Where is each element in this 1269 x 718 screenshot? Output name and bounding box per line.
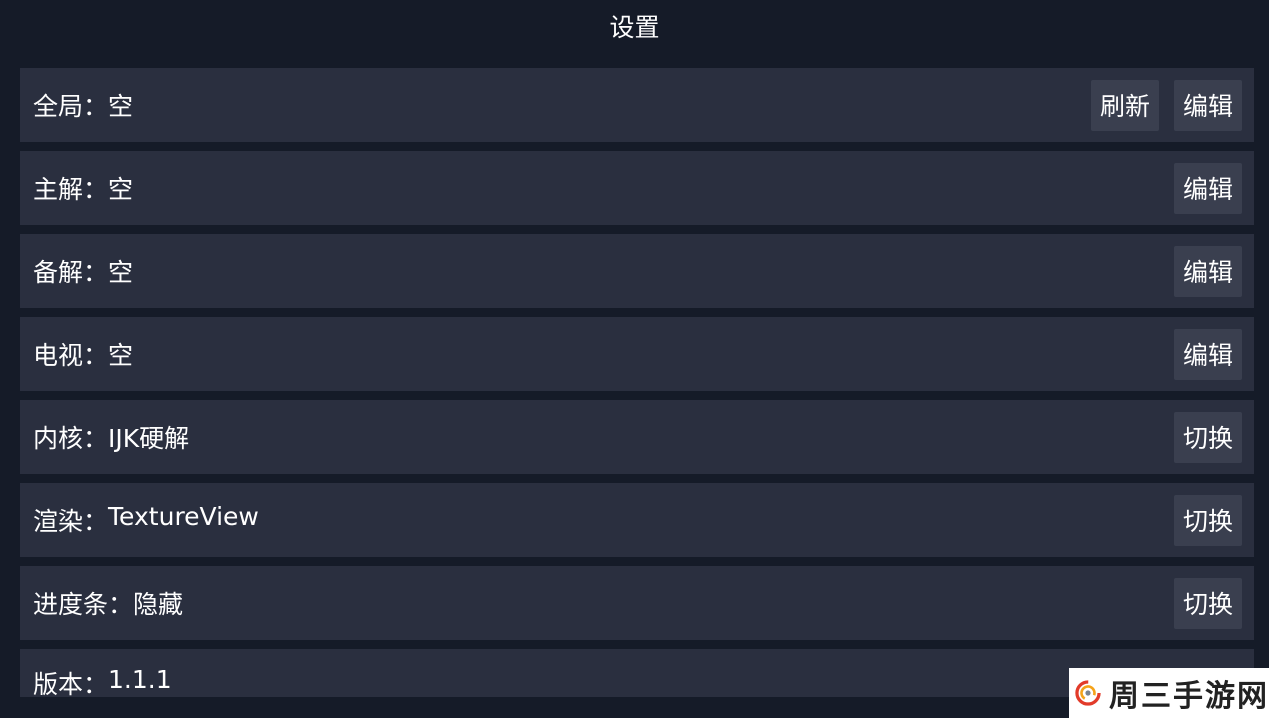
setting-value: 隐藏 (133, 590, 184, 619)
setting-separator: ： (83, 341, 109, 370)
setting-text: 进度条：隐藏 (33, 585, 1174, 621)
setting-label: 备解 (33, 258, 84, 287)
setting-row-player-core: 内核： IJK硬解 切换 (20, 400, 1254, 474)
setting-label: 进度条 (33, 590, 109, 619)
setting-row-backup-parser: 备解：空 编辑 (20, 234, 1254, 308)
setting-label: 渲染 (33, 507, 84, 536)
refresh-button[interactable]: 刷新 (1091, 79, 1159, 131)
setting-separator: ： (83, 424, 109, 453)
setting-separator: ： (108, 590, 134, 619)
setting-value: 空 (108, 341, 134, 370)
switch-progress-bar-button[interactable]: 切换 (1174, 577, 1242, 629)
edit-global-button[interactable]: 编辑 (1174, 79, 1242, 131)
setting-text: 渲染： TextureView (33, 502, 1174, 538)
edit-backup-parser-button[interactable]: 编辑 (1174, 245, 1242, 297)
setting-row-progress-bar: 进度条：隐藏 切换 (20, 566, 1254, 640)
setting-row-global: 全局：空 刷新 编辑 (20, 68, 1254, 142)
setting-value: TextureView (108, 502, 259, 531)
settings-list: 全局：空 刷新 编辑 主解：空 编辑 备解：空 编辑 电视：空 编辑 内核： I… (20, 68, 1254, 706)
setting-value: 空 (108, 258, 134, 287)
setting-text: 主解：空 (33, 170, 1174, 206)
edit-tv-button[interactable]: 编辑 (1174, 328, 1242, 380)
setting-label: 版本 (33, 670, 84, 699)
setting-value: 1.1.1 (108, 665, 172, 694)
setting-label: 电视 (33, 341, 84, 370)
setting-row-tv: 电视：空 编辑 (20, 317, 1254, 391)
setting-separator: ： (83, 175, 109, 204)
setting-separator: ： (83, 507, 109, 536)
setting-text: 全局：空 (33, 87, 1091, 123)
setting-value: 空 (108, 92, 134, 121)
page-title: 设置 (609, 13, 660, 42)
watermark: 周三手游网 (1069, 668, 1269, 718)
setting-separator: ： (83, 258, 109, 287)
setting-label: 全局 (33, 92, 84, 121)
setting-value: 空 (108, 175, 134, 204)
setting-text: 内核： IJK硬解 (33, 419, 1174, 455)
watermark-text: 周三手游网 (1109, 679, 1269, 714)
setting-separator: ： (83, 670, 109, 699)
setting-label: 内核 (33, 424, 84, 453)
setting-text: 备解：空 (33, 253, 1174, 289)
setting-row-render: 渲染： TextureView 切换 (20, 483, 1254, 557)
switch-render-button[interactable]: 切换 (1174, 494, 1242, 546)
setting-label: 主解 (33, 175, 84, 204)
setting-text: 版本： 1.1.1 (33, 665, 1242, 701)
edit-main-parser-button[interactable]: 编辑 (1174, 162, 1242, 214)
setting-row-main-parser: 主解：空 编辑 (20, 151, 1254, 225)
switch-core-button[interactable]: 切换 (1174, 411, 1242, 463)
setting-value: IJK硬解 (108, 424, 190, 453)
spiral-logo-icon (1075, 680, 1101, 706)
setting-separator: ： (83, 92, 109, 121)
setting-text: 电视：空 (33, 336, 1174, 372)
